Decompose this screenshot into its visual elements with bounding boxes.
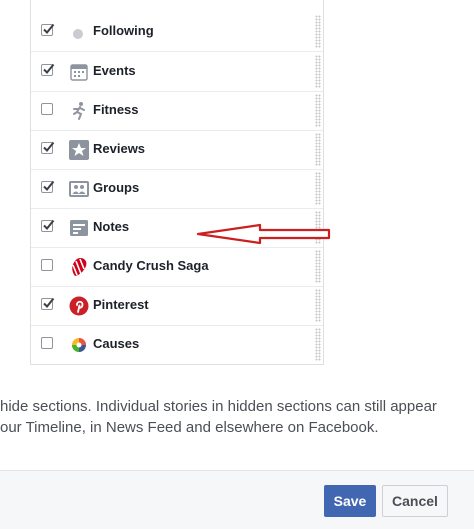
sections-list: Following Events Fitness Reviews Groups …: [30, 0, 324, 365]
section-label-pinterest: Pinterest: [93, 297, 149, 312]
section-row-following[interactable]: Following: [31, 12, 323, 52]
section-row-fitness[interactable]: Fitness: [31, 91, 323, 131]
checkbox-notes[interactable]: [41, 219, 55, 232]
pinterest-icon: [69, 296, 89, 316]
drag-handle[interactable]: [315, 94, 321, 127]
following-icon: [73, 29, 83, 39]
section-label-notes: Notes: [93, 219, 130, 234]
notes-icon: [70, 220, 88, 236]
section-row-causes[interactable]: Causes: [31, 325, 323, 364]
section-label-following: Following: [93, 23, 154, 38]
drag-handle[interactable]: [315, 172, 321, 205]
section-label-fitness: Fitness: [93, 102, 139, 117]
section-row-reviews[interactable]: Reviews: [31, 130, 323, 170]
drag-handle[interactable]: [315, 289, 321, 322]
checkbox-reviews[interactable]: [41, 141, 55, 154]
checkbox-pinterest[interactable]: [41, 297, 55, 310]
checkbox-following[interactable]: [41, 23, 55, 36]
star-icon: [69, 140, 89, 160]
help-text-line-1: hide sections. Individual stories in hid…: [0, 398, 437, 415]
section-label-causes: Causes: [93, 336, 140, 351]
drag-handle[interactable]: [315, 55, 321, 88]
dialog-footer: Save Cancel: [0, 470, 474, 529]
section-row-events[interactable]: Events: [31, 52, 323, 92]
section-label-reviews: Reviews: [93, 141, 146, 156]
help-text: hide sections. Individual stories in hid…: [0, 396, 474, 438]
checkbox-causes[interactable]: [41, 337, 53, 349]
drag-handle[interactable]: [315, 328, 321, 361]
section-row-candy-crush-saga[interactable]: Candy Crush Saga: [31, 247, 323, 287]
drag-handle[interactable]: [315, 250, 321, 283]
calendar-icon: [70, 64, 88, 81]
groups-icon: [69, 181, 89, 197]
checkbox-events[interactable]: [41, 63, 55, 76]
drag-handle[interactable]: [315, 133, 321, 166]
annotation-arrow: [196, 223, 331, 245]
section-row-pinterest[interactable]: Pinterest: [31, 286, 323, 326]
section-label-candy-crush-saga: Candy Crush Saga: [93, 258, 209, 273]
drag-handle[interactable]: [315, 15, 321, 48]
section-label-groups: Groups: [93, 180, 140, 195]
section-label-events: Events: [93, 63, 136, 78]
checkbox-groups[interactable]: [41, 180, 55, 193]
save-button[interactable]: Save: [324, 485, 376, 517]
checkbox-candy-crush-saga[interactable]: [41, 259, 53, 271]
candy-crush-icon: [72, 257, 87, 276]
section-row-groups[interactable]: Groups: [31, 169, 323, 209]
help-text-line-2: our Timeline, in News Feed and elsewhere…: [0, 419, 379, 436]
checkbox-fitness[interactable]: [41, 103, 53, 115]
cancel-button[interactable]: Cancel: [382, 485, 448, 517]
causes-icon: [72, 338, 86, 352]
runner-icon: [73, 102, 85, 120]
